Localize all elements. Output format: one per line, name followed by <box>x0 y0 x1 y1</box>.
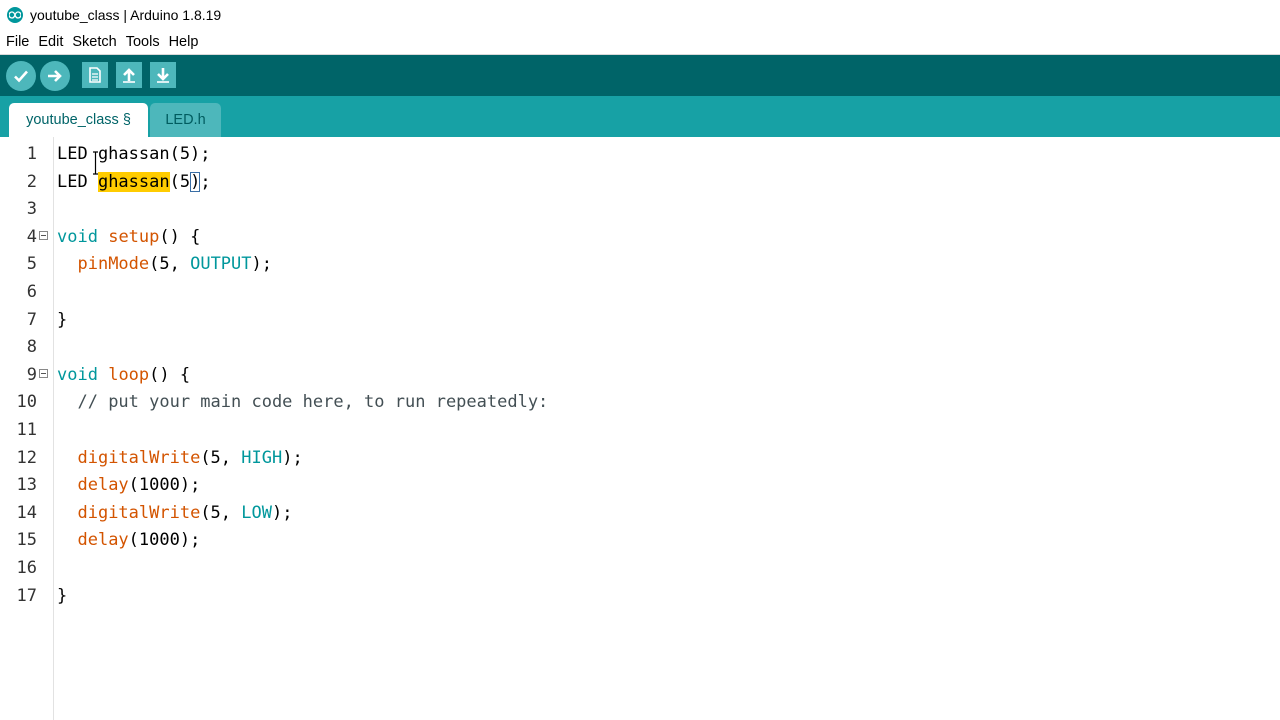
line-number: 13 <box>16 475 37 496</box>
line-number: 8 <box>26 337 37 358</box>
line-number: 12 <box>16 447 37 468</box>
save-button[interactable] <box>150 62 176 88</box>
arrow-down-icon <box>157 68 169 83</box>
code-line[interactable]: 1 LED ghassan(5); <box>0 141 1280 169</box>
line-number: 9 <box>26 364 37 385</box>
code-text: delay(1000); <box>77 475 201 496</box>
toolbar <box>0 55 1280 96</box>
code-line[interactable]: 3 <box>0 196 1280 224</box>
code-text: } <box>57 585 68 606</box>
fold-collapse-icon[interactable] <box>39 368 48 378</box>
code-line[interactable]: 5 pinMode(5, OUTPUT); <box>0 251 1280 279</box>
code-line[interactable]: 15 delay(1000); <box>0 527 1280 555</box>
arduino-logo-icon <box>7 7 23 23</box>
code-line[interactable]: 8 <box>0 334 1280 362</box>
code-line[interactable]: 10 // put your main code here, to run re… <box>0 389 1280 417</box>
code-line[interactable]: 4 void setup() { <box>0 224 1280 252</box>
fold-collapse-icon[interactable] <box>39 230 48 240</box>
text-cursor-icon <box>93 151 98 175</box>
code-line[interactable]: 2 LED ghassan(5); <box>0 169 1280 197</box>
open-button[interactable] <box>116 62 142 88</box>
check-icon <box>14 70 28 83</box>
window-title: youtube_class | Arduino 1.8.19 <box>30 7 222 23</box>
line-number: 5 <box>26 254 37 275</box>
line-number: 11 <box>16 420 37 440</box>
code-text: LED ghassan(5); <box>57 144 211 164</box>
code-line[interactable]: 6 <box>0 279 1280 307</box>
code-line[interactable]: 7} <box>0 307 1280 335</box>
code-text: pinMode(5, OUTPUT); <box>77 254 272 275</box>
menu-sketch[interactable]: Sketch <box>72 34 116 50</box>
code-line[interactable]: 16 <box>0 555 1280 583</box>
arrow-up-icon <box>123 68 135 83</box>
code-text: void setup() { <box>57 226 201 247</box>
code-line[interactable]: 13 delay(1000); <box>0 472 1280 500</box>
code-line[interactable]: 9 void loop() { <box>0 362 1280 390</box>
tab-bar: youtube_class § LED.h <box>0 96 1280 137</box>
menu-bar: File Edit Sketch Tools Help <box>0 30 1280 55</box>
line-number: 10 <box>16 392 37 413</box>
line-number: 15 <box>16 530 37 551</box>
code-text: LED ghassan(5); <box>57 171 211 192</box>
line-number: 7 <box>26 309 37 330</box>
line-number: 17 <box>16 585 37 606</box>
tab-led-h[interactable]: LED.h <box>150 103 221 137</box>
code-text: void loop() { <box>57 364 191 385</box>
code-text: // put your main code here, to run repea… <box>77 392 549 413</box>
menu-edit[interactable]: Edit <box>38 34 63 50</box>
menu-help[interactable]: Help <box>169 34 199 50</box>
menu-tools[interactable]: Tools <box>126 34 160 50</box>
tab-youtube-class[interactable]: youtube_class § <box>9 103 148 137</box>
line-number: 2 <box>26 171 37 192</box>
line-number: 16 <box>16 558 37 578</box>
code-line[interactable]: 12 digitalWrite(5, HIGH); <box>0 445 1280 473</box>
line-number: 3 <box>26 199 37 220</box>
line-number: 1 <box>26 144 37 164</box>
new-file-icon <box>89 67 101 83</box>
code-text: delay(1000); <box>77 530 201 551</box>
arrow-right-icon <box>48 70 62 82</box>
line-number: 6 <box>26 282 37 302</box>
code-line[interactable]: 17} <box>0 583 1280 611</box>
verify-button[interactable] <box>6 61 36 91</box>
new-button[interactable] <box>82 62 108 88</box>
code-line[interactable]: 11 <box>0 417 1280 445</box>
code-editor[interactable]: 1 LED ghassan(5); 2 LED ghassan(5); 3 4 void s… <box>0 137 1280 720</box>
upload-button[interactable] <box>40 61 70 91</box>
line-number: 4 <box>26 226 37 247</box>
code-text: digitalWrite(5, HIGH); <box>77 447 303 468</box>
code-line[interactable]: 14 digitalWrite(5, LOW); <box>0 500 1280 528</box>
title-bar: youtube_class | Arduino 1.8.19 <box>0 0 1280 30</box>
menu-file[interactable]: File <box>6 34 29 50</box>
line-number: 14 <box>16 502 37 523</box>
code-text: } <box>57 309 68 330</box>
code-text: digitalWrite(5, LOW); <box>77 502 293 523</box>
